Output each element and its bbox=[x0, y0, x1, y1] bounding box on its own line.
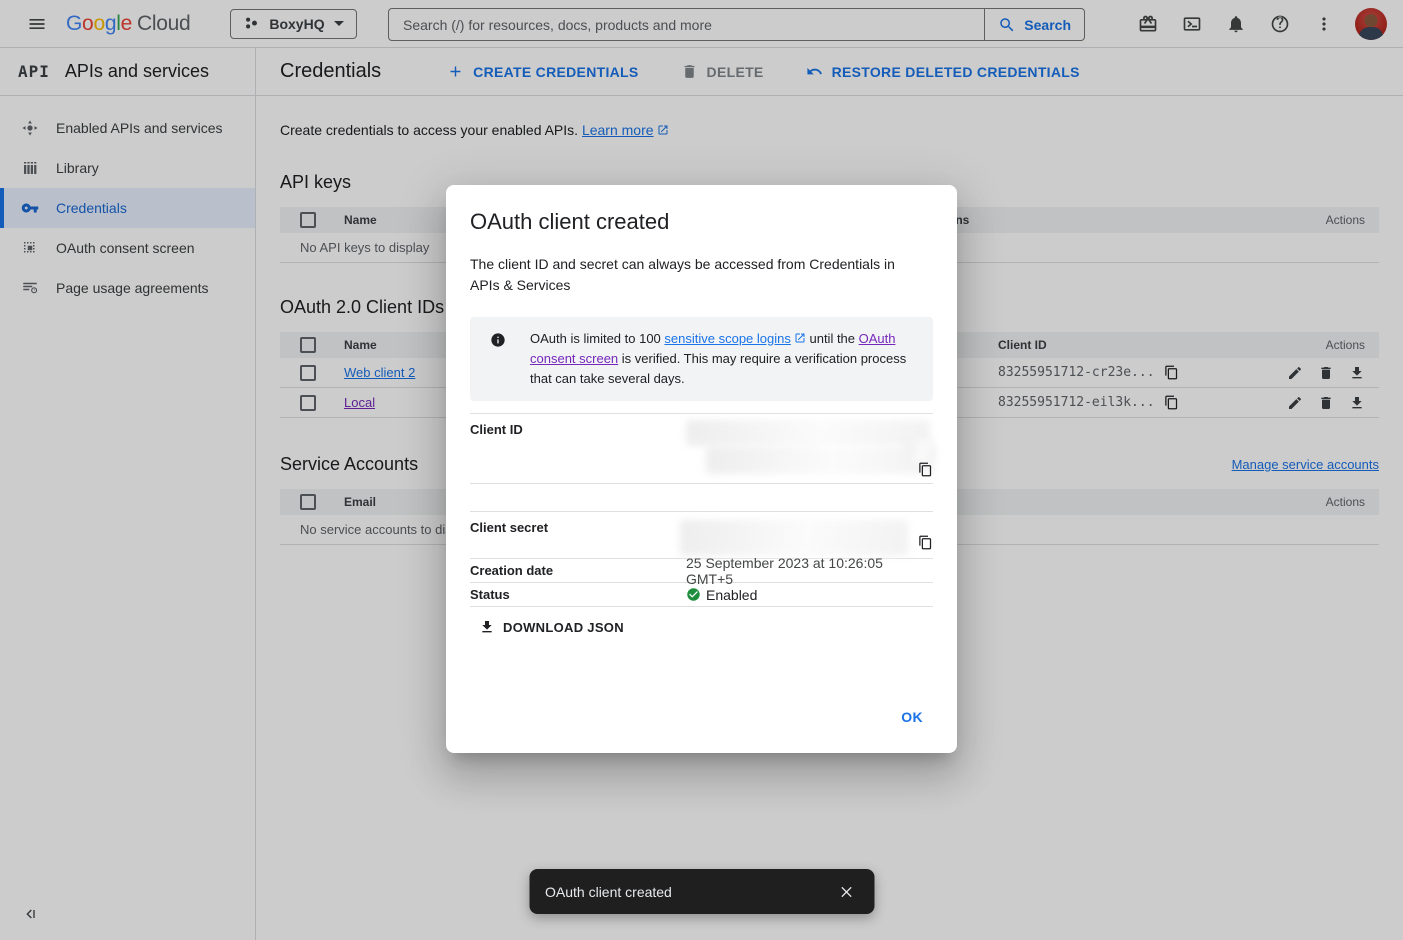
snackbar-toast: OAuth client created bbox=[529, 869, 874, 914]
download-json-label: DOWNLOAD JSON bbox=[503, 620, 624, 635]
status-badge: Enabled bbox=[706, 587, 757, 603]
external-link-icon bbox=[794, 330, 806, 342]
verification-notice: OAuth is limited to 100 sensitive scope … bbox=[470, 317, 933, 401]
client-id-redacted bbox=[905, 440, 935, 462]
status-value-area: Enabled bbox=[686, 587, 933, 603]
check-circle-icon bbox=[686, 587, 701, 602]
client-secret-redacted bbox=[680, 520, 908, 556]
app-root: Google Cloud BoxyHQ Search bbox=[0, 0, 1403, 940]
creation-date-row: Creation date 25 September 2023 at 10:26… bbox=[470, 558, 933, 582]
download-json-button[interactable]: DOWNLOAD JSON bbox=[479, 619, 624, 635]
client-id-value-area bbox=[686, 422, 933, 483]
creation-date-label: Creation date bbox=[470, 563, 686, 578]
client-id-row: Client ID bbox=[470, 413, 933, 483]
client-secret-value-area bbox=[686, 520, 933, 558]
dialog-description: The client ID and secret can always be a… bbox=[470, 254, 915, 296]
info-icon bbox=[490, 332, 506, 348]
oauth-client-created-dialog: OAuth client created The client ID and s… bbox=[446, 185, 957, 753]
notice-pre: OAuth is limited to 100 bbox=[530, 331, 664, 346]
client-id-redacted bbox=[686, 420, 930, 446]
client-id-redacted bbox=[706, 446, 934, 474]
close-icon[interactable] bbox=[830, 876, 862, 908]
copy-client-secret-icon[interactable] bbox=[918, 535, 933, 550]
notice-text: OAuth is limited to 100 sensitive scope … bbox=[530, 329, 917, 389]
dialog-title: OAuth client created bbox=[470, 209, 933, 235]
copy-client-id-icon[interactable] bbox=[918, 462, 933, 477]
status-row: Status Enabled bbox=[470, 582, 933, 607]
client-secret-label: Client secret bbox=[470, 520, 686, 558]
ok-button[interactable]: OK bbox=[893, 703, 931, 731]
status-label: Status bbox=[470, 587, 686, 602]
spacer-row bbox=[470, 483, 933, 511]
toast-message: OAuth client created bbox=[545, 884, 830, 900]
notice-mid: until the bbox=[806, 331, 859, 346]
credential-fields: Client ID Client secret Creation date 2 bbox=[470, 413, 933, 607]
client-secret-row: Client secret bbox=[470, 511, 933, 558]
client-id-label: Client ID bbox=[470, 422, 686, 483]
download-icon bbox=[479, 619, 495, 635]
sensitive-scope-logins-link[interactable]: sensitive scope logins bbox=[664, 331, 790, 346]
creation-date-value: 25 September 2023 at 10:26:05 GMT+5 bbox=[686, 555, 933, 587]
